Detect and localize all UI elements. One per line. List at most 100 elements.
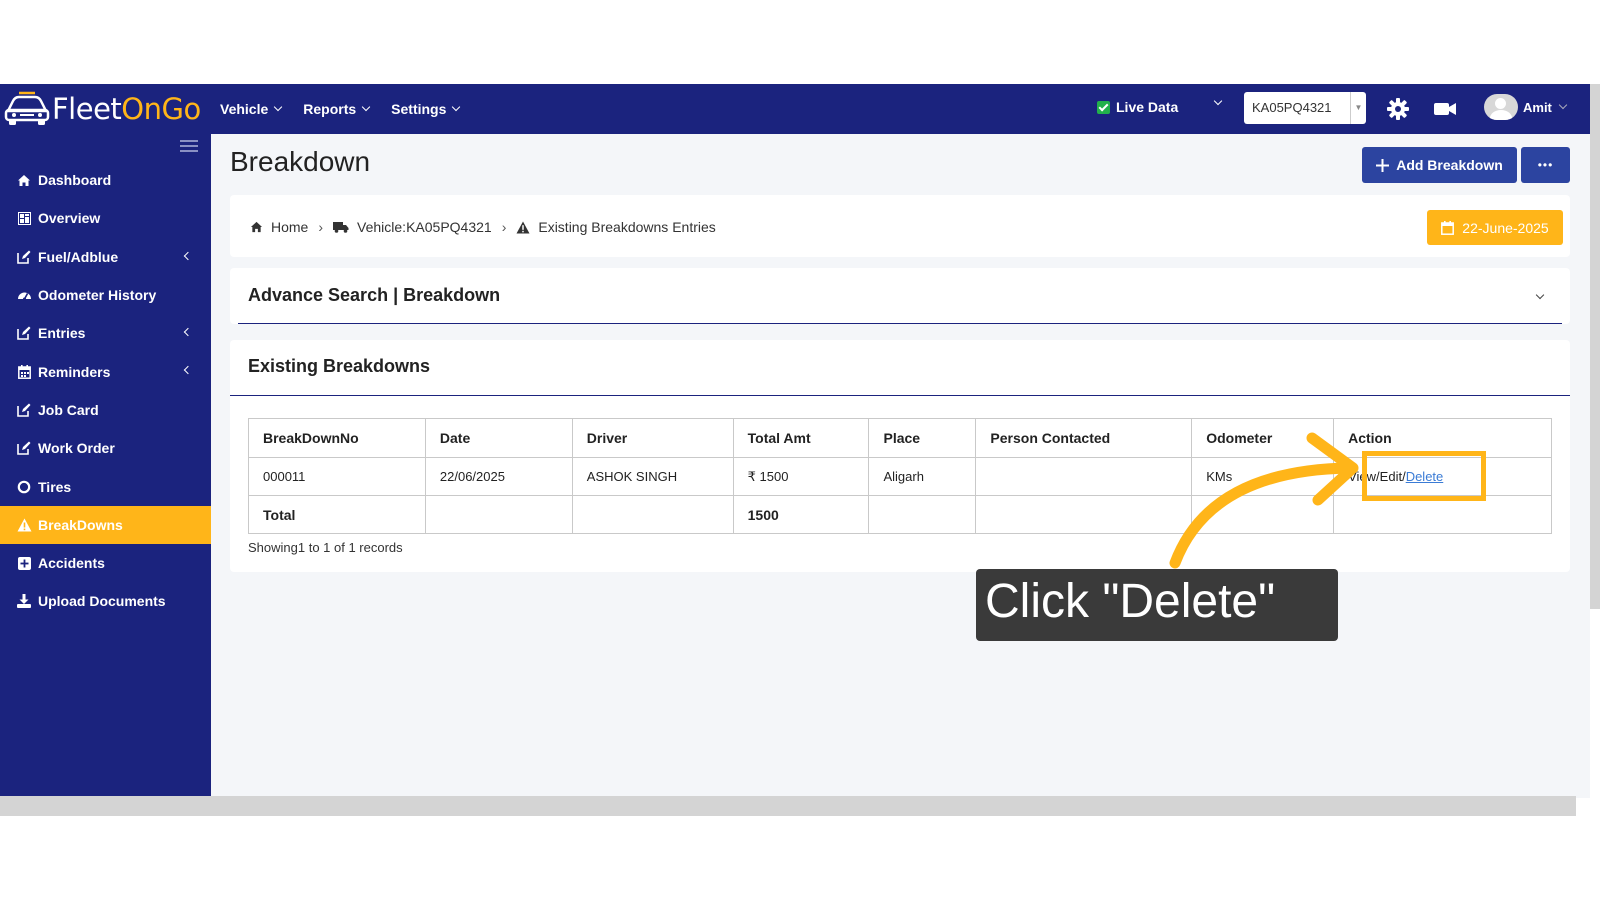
cell-breakdown-no: 000011 [248,457,426,496]
calendar-icon [1441,220,1455,235]
more-options-button[interactable]: ••• [1521,147,1570,183]
vertical-scrollbar[interactable] [1590,84,1600,609]
warning-icon [516,220,530,234]
brand-name-go: Go [161,92,202,126]
gear-icon[interactable] [1385,96,1411,122]
sidebar-item-label: Entries [38,325,86,342]
grid-icon [16,210,32,226]
sidebar-item-label: Accidents [38,555,105,572]
breadcrumb-home[interactable]: Home [271,219,308,235]
breadcrumb: Home › Vehicle:KA05PQ4321 › Existing Bre… [250,219,716,235]
sidebar-item-work-order[interactable]: Work Order [0,429,211,467]
edit-icon [16,325,32,341]
brand-name-fleet: Fleet [52,92,122,126]
records-count: Showing1 to 1 of 1 records [248,540,403,555]
menu-reports[interactable]: Reports [303,101,371,117]
cell-date: 22/06/2025 [424,457,573,496]
cell-total-amt: ₹ 1500 [732,457,870,496]
chevron-left-icon [183,251,193,260]
user-name: Amit [1523,99,1552,115]
sidebar-item-label: Fuel/Adblue [38,248,119,265]
menu-settings[interactable]: Settings [391,101,461,117]
plus-square-icon [16,555,32,571]
edit-icon [16,249,32,265]
warning-icon [16,517,32,533]
sidebar-nav: Dashboard Overview Fuel/Adblue Odometer … [0,161,211,621]
empty-cell [571,495,734,534]
add-breakdown-button[interactable]: Add Breakdown [1362,147,1517,183]
column-header[interactable]: Place [868,418,977,458]
user-menu[interactable]: Amit [1484,94,1568,120]
menu-vehicle[interactable]: Vehicle [220,101,283,117]
column-header[interactable]: Total Amt [732,418,870,458]
divider [238,323,1562,324]
circle-icon [16,479,32,495]
home-icon [16,172,32,188]
instruction-tooltip: Click "Delete" [976,569,1338,641]
empty-cell [424,495,573,534]
sidebar-item-breakdowns[interactable]: BreakDowns [0,505,211,544]
select-arrow-icon: ▼ [1350,92,1366,124]
cell-driver: ASHOK SINGH [571,457,734,496]
hamburger-menu-icon[interactable] [180,140,198,152]
horizontal-scrollbar[interactable] [0,796,1576,816]
sidebar-item-dashboard[interactable]: Dashboard [0,161,211,199]
advance-search-panel[interactable]: Advance Search | Breakdown [230,268,1570,324]
vehicle-select-value: KA05PQ4321 [1252,100,1332,115]
top-menu: Vehicle Reports Settings [220,84,461,134]
chevron-down-icon [274,102,283,112]
gauge-icon [16,287,32,303]
empty-cell [868,495,977,534]
page-title: Breakdown [230,146,371,177]
download-icon [16,593,32,609]
sidebar-item-job-card[interactable]: Job Card [0,391,211,429]
total-amount: 1500 [732,495,870,534]
live-data-label: Live Data [1116,99,1179,115]
sidebar: Dashboard Overview Fuel/Adblue Odometer … [0,134,211,798]
fleetongo-logo[interactable]: FleetOnGo [4,90,201,128]
plus-icon [1376,158,1390,172]
column-header[interactable]: Date [424,418,573,458]
add-breakdown-label: Add Breakdown [1396,157,1503,173]
chevron-down-icon [361,102,371,112]
vehicle-select[interactable]: KA05PQ4321 ▼ [1244,92,1366,124]
sidebar-item-label: BreakDowns [38,516,123,533]
sidebar-item-upload-documents[interactable]: Upload Documents [0,582,211,620]
sidebar-item-label: Odometer History [38,287,157,304]
menu-settings-label: Settings [391,101,447,117]
top-navbar: FleetOnGo Vehicle Reports Settings Live … [0,84,1590,134]
chevron-left-icon [183,327,193,337]
calendar-icon [16,364,32,380]
sidebar-item-tires[interactable]: Tires [0,467,211,505]
date-picker-button[interactable]: 22-June-2025 [1427,210,1563,245]
sidebar-item-overview[interactable]: Overview [0,199,211,237]
live-data-checkbox[interactable] [1097,100,1110,114]
sidebar-item-reminders[interactable]: Reminders [0,352,211,390]
sidebar-item-label: Work Order [38,440,115,457]
menu-reports-label: Reports [303,101,357,117]
sidebar-item-entries[interactable]: Entries [0,314,211,352]
chevron-left-icon [183,366,193,375]
breadcrumb-separator: › [318,219,324,235]
breadcrumb-separator: › [501,219,507,235]
home-icon [250,221,263,233]
ellipsis-icon: ••• [1537,158,1554,172]
edit-icon [16,402,32,418]
pointer-arrow-icon [1169,432,1359,569]
chevron-down-icon [1558,100,1568,110]
sidebar-item-label: Overview [38,210,101,227]
menu-vehicle-label: Vehicle [220,101,269,117]
video-camera-icon[interactable] [1432,96,1458,122]
column-header[interactable]: BreakDownNo [248,418,426,458]
breadcrumb-vehicle[interactable]: Vehicle:KA05PQ4321 [357,219,492,235]
brand-name-on: On [121,92,162,126]
sidebar-item-accidents[interactable]: Accidents [0,544,211,582]
live-data-toggle[interactable]: Live Data [1097,99,1178,115]
sidebar-item-fuel-adblue[interactable]: Fuel/Adblue [0,238,211,276]
advance-search-title: Advance Search | Breakdown [248,285,501,305]
chevron-down-icon[interactable] [1535,290,1545,300]
sidebar-item-label: Job Card [38,401,99,418]
sidebar-item-odometer-history[interactable]: Odometer History [0,276,211,314]
column-header[interactable]: Driver [571,418,734,458]
live-data-dropdown-chevron-icon[interactable] [1213,96,1223,106]
